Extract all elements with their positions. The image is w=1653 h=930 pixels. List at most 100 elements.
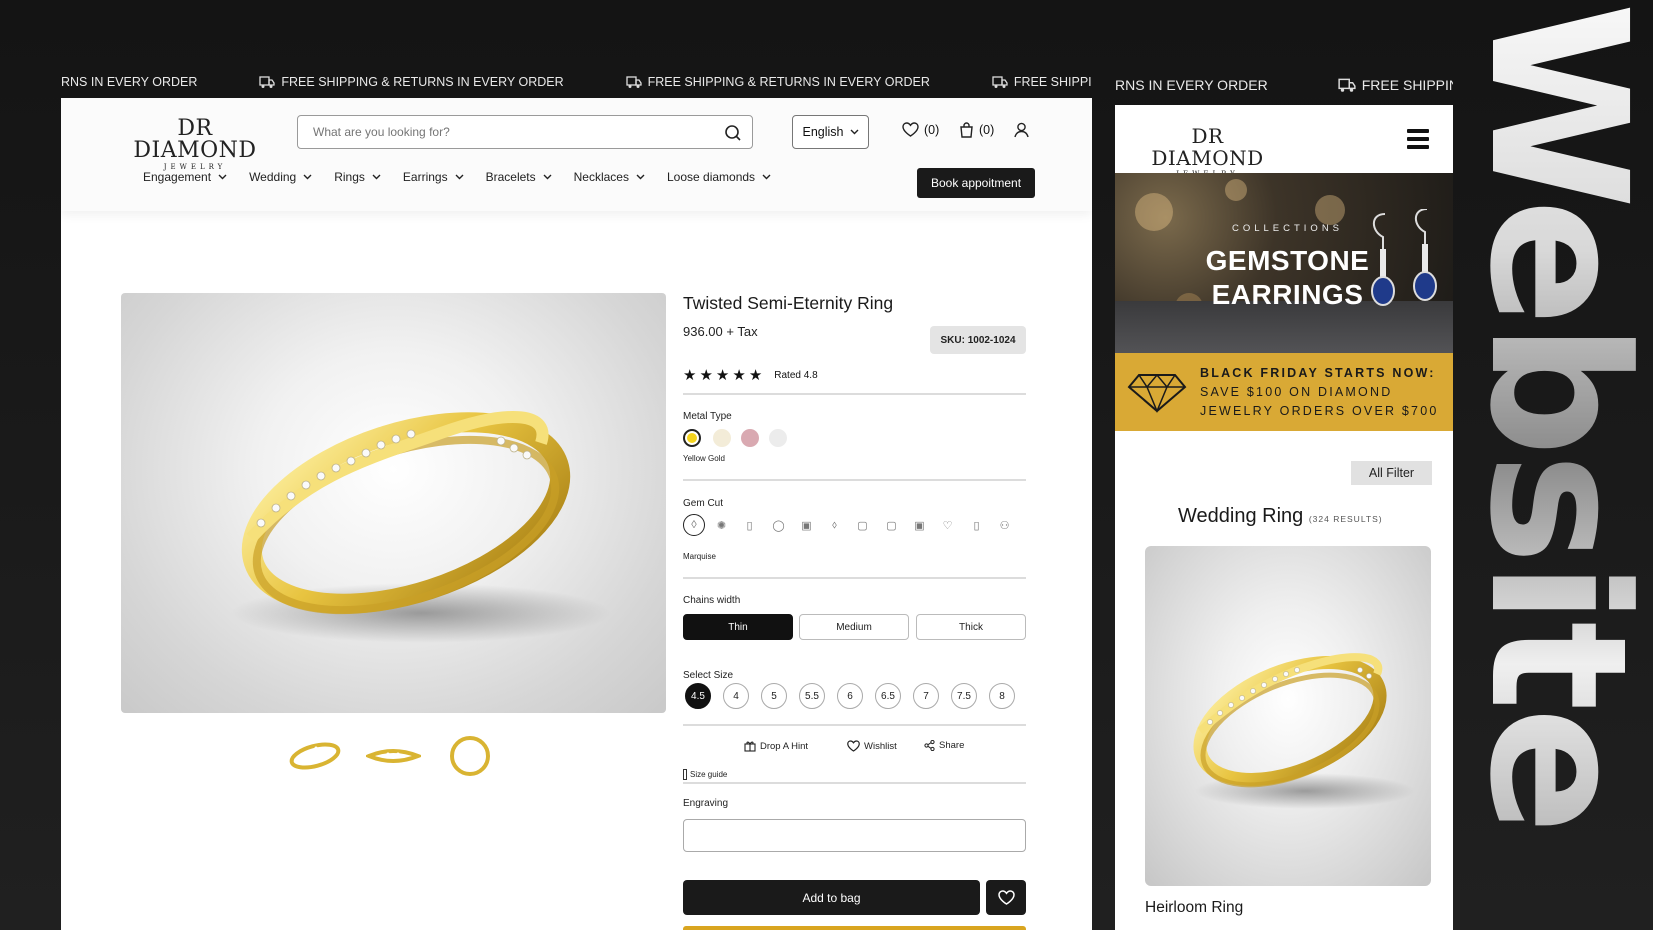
secondary-button-edge[interactable]: [683, 926, 1026, 930]
size-guide-link[interactable]: Size guide: [683, 769, 727, 780]
chevron-down-icon: [218, 174, 227, 180]
ring-image: [231, 411, 611, 643]
nav-item-rings[interactable]: Rings: [334, 170, 381, 184]
gem-cut-emerald[interactable]: ▯: [741, 517, 758, 534]
product-card-name[interactable]: Heirloom Ring: [1145, 899, 1243, 917]
main-nav: Engagement Wedding Rings Earrings Bracel…: [143, 170, 771, 184]
thumbnail-2[interactable]: [363, 734, 424, 779]
gift-icon: [744, 741, 756, 752]
gem-cut-radiant[interactable]: ▣: [911, 517, 928, 534]
nav-label: Rings: [334, 170, 365, 184]
size-option[interactable]: 7: [913, 683, 939, 709]
promo-line-1: BLACK FRIDAY STARTS NOW:: [1200, 366, 1436, 380]
chain-thin-button[interactable]: Thin: [683, 614, 793, 640]
gem-cut-baguette[interactable]: ▯: [968, 517, 985, 534]
drop-hint-label: Drop A Hint: [760, 740, 809, 752]
search-box[interactable]: [297, 115, 753, 149]
size-option[interactable]: 6: [837, 683, 863, 709]
swatch-platinum[interactable]: [769, 429, 787, 447]
gem-cut-cushion[interactable]: ▢: [883, 517, 900, 534]
wishlist-link[interactable]: (0): [902, 122, 939, 137]
size-option[interactable]: 4.5: [685, 683, 711, 709]
gem-cut-oval[interactable]: ◯: [770, 517, 787, 534]
share-button[interactable]: Share: [924, 740, 964, 751]
language-select[interactable]: English: [792, 115, 869, 149]
nav-item-wedding[interactable]: Wedding: [249, 170, 312, 184]
menu-icon[interactable]: [1407, 129, 1429, 149]
star-icon: ★: [683, 367, 697, 384]
size-option[interactable]: 4: [723, 683, 749, 709]
diamond-icon: [1127, 373, 1187, 413]
thumbnail-1[interactable]: [288, 734, 343, 779]
promo-bar: RNS IN EVERY ORDER FREE SHIPPING & RETUR…: [61, 73, 1092, 91]
size-option[interactable]: 6.5: [875, 683, 901, 709]
website-word: Website: [1468, 2, 1653, 830]
gem-cut-pear[interactable]: ⬨: [826, 517, 843, 534]
swatch-rose-gold[interactable]: [741, 429, 759, 447]
search-icon[interactable]: [724, 124, 742, 147]
nav-item-loose-diamonds[interactable]: Loose diamonds: [667, 170, 771, 184]
gem-cut-asscher[interactable]: ▢: [854, 517, 871, 534]
gem-selected-label: Marquise: [683, 552, 716, 561]
promo-item: FREE SHIPPING & RETURNS IN EVERY: [992, 75, 1092, 89]
thumbnail-3[interactable]: [445, 734, 495, 783]
truck-icon: [259, 76, 276, 88]
nav-item-engagement[interactable]: Engagement: [143, 170, 227, 184]
bokeh-light: [1315, 195, 1345, 225]
showcase-canvas: RNS IN EVERY ORDER FREE SHIPPING & RETUR…: [0, 0, 1653, 930]
gem-cut-marquise[interactable]: ◊: [683, 514, 705, 536]
nav-item-necklaces[interactable]: Necklaces: [574, 170, 645, 184]
swatch-white-gold[interactable]: [713, 429, 731, 447]
nav-label: Wedding: [249, 170, 297, 184]
language-label: English: [802, 125, 844, 139]
brand-logo[interactable]: DR DIAMOND JEWELRY: [1140, 125, 1275, 178]
add-wishlist-button[interactable]: [986, 880, 1026, 915]
nav-item-bracelets[interactable]: Bracelets: [486, 170, 552, 184]
mobile-promo-bar: RNS IN EVERY ORDER FREE SHIPPING &: [1115, 75, 1453, 95]
size-option[interactable]: 8: [989, 683, 1015, 709]
cart-count: (0): [979, 123, 995, 137]
drop-hint-button[interactable]: Drop A Hint: [744, 740, 808, 752]
engraving-input[interactable]: [683, 819, 1026, 852]
account-link[interactable]: [1014, 122, 1029, 138]
nav-label: Loose diamonds: [666, 170, 756, 184]
star-icon: ★: [748, 367, 763, 384]
wishlist-count: (0): [924, 122, 940, 137]
brand-logo[interactable]: DR DIAMOND JEWELRY: [125, 118, 265, 172]
promo-item: FREE SHIPPING &: [1338, 77, 1453, 93]
size-option[interactable]: 5.5: [799, 683, 825, 709]
heart-icon: [847, 740, 860, 752]
wishlist-button[interactable]: Wishlist: [847, 740, 897, 752]
chain-thick-button[interactable]: Thick: [916, 614, 1026, 640]
chain-medium-button[interactable]: Medium: [799, 614, 909, 640]
all-filter-button[interactable]: All Filter: [1351, 461, 1432, 485]
gem-cut-round[interactable]: ✺: [713, 517, 730, 534]
black-friday-banner[interactable]: BLACK FRIDAY STARTS NOW: SAVE $100 ON DI…: [1115, 353, 1453, 431]
gem-cut-trillion[interactable]: ⚇: [996, 517, 1013, 534]
bokeh-light: [1225, 179, 1247, 201]
swatch-yellow-gold[interactable]: [683, 429, 701, 447]
add-to-bag-button[interactable]: Add to bag: [683, 880, 980, 915]
share-label: Share: [939, 740, 965, 751]
nav-label: Bracelets: [485, 170, 536, 184]
search-input[interactable]: [313, 125, 693, 139]
truck-icon: [992, 76, 1008, 88]
website-word-art: Website: [1468, 0, 1653, 930]
book-appointment-button[interactable]: Book appoitment: [917, 168, 1035, 198]
product-card-image[interactable]: [1145, 546, 1431, 886]
gem-cut-heart[interactable]: ♡: [939, 517, 956, 534]
product-price: 936.00 + Tax: [683, 324, 758, 339]
size-option[interactable]: 7.5: [951, 683, 977, 709]
rating-text: Rated 4.8: [774, 369, 818, 381]
wishlist-label: Wishlist: [864, 740, 897, 752]
cart-link[interactable]: (0): [959, 122, 994, 138]
gem-cut-princess[interactable]: ▣: [798, 517, 815, 534]
banner-title: GEMSTONE EARRINGS: [1115, 244, 1453, 312]
promo-item: FREE SHIPPING & RETURNS IN EVERY ORDER: [625, 75, 930, 89]
desktop-product-page: DR DIAMOND JEWELRY English (0) (0): [61, 98, 1092, 930]
nav-label: Necklaces: [573, 170, 629, 184]
collection-banner[interactable]: COLLECTIONS GEMSTONE EARRINGS: [1115, 173, 1453, 353]
product-main-image[interactable]: [121, 293, 666, 713]
nav-item-earrings[interactable]: Earrings: [403, 170, 464, 184]
size-option[interactable]: 5: [761, 683, 787, 709]
